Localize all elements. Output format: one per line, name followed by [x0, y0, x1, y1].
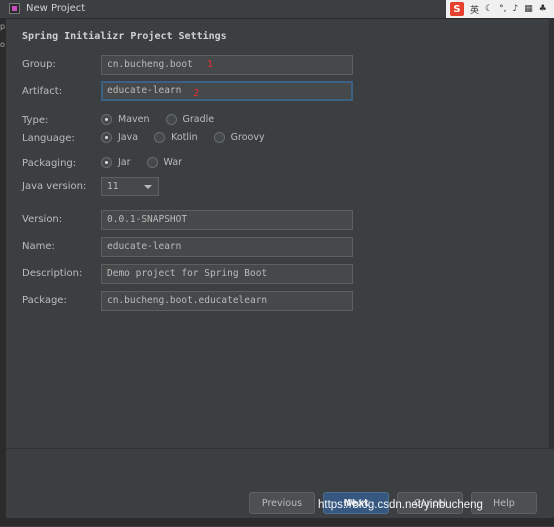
packaging-radio-group: Jar War: [101, 157, 198, 168]
microphone-icon[interactable]: ♪: [512, 4, 518, 14]
radio-selected-icon[interactable]: [101, 132, 112, 143]
group-field[interactable]: cn.bucheng.boot: [101, 55, 353, 75]
radio-unselected-icon[interactable]: [154, 132, 166, 143]
language-option-groovy[interactable]: Groovy: [213, 132, 265, 143]
packaging-label: Packaging:: [22, 158, 77, 169]
radio-label: Jar: [118, 157, 131, 168]
background-glyph: o: [0, 40, 5, 49]
background-window-edge-right: [549, 18, 554, 448]
radio-label: Groovy: [230, 132, 265, 143]
system-tray: S 英 ☾ °, ♪ ▦ ♣: [446, 0, 554, 18]
name-field[interactable]: educate-learn: [101, 237, 353, 257]
radio-label: Kotlin: [171, 132, 198, 143]
description-field[interactable]: Demo project for Spring Boot: [101, 264, 353, 284]
packaging-option-war[interactable]: War: [146, 157, 183, 168]
java-version-select[interactable]: 11: [101, 177, 159, 196]
annotation-number-1: 1: [207, 59, 214, 70]
intellij-icon: [9, 3, 20, 14]
type-radio-group: Maven Gradle: [101, 114, 230, 125]
dialog-footer: [6, 448, 554, 527]
language-radio-group: Java Kotlin Groovy: [101, 132, 281, 143]
status-strip: [0, 518, 554, 526]
packaging-option-jar[interactable]: Jar: [101, 157, 131, 168]
page-title: Spring Initializr Project Settings: [22, 31, 227, 42]
radio-label: Java: [118, 132, 139, 143]
window-title: New Project: [26, 3, 86, 14]
package-field[interactable]: cn.bucheng.boot.educatelearn: [101, 291, 353, 311]
language-option-java[interactable]: Java: [101, 132, 138, 143]
type-label: Type:: [22, 115, 49, 126]
watermark: https://blog.csdn.net/yinbucheng: [318, 499, 483, 511]
chevron-down-icon[interactable]: [144, 185, 152, 189]
moon-icon[interactable]: ☾: [485, 4, 493, 14]
radio-label: Maven: [118, 114, 150, 125]
version-field[interactable]: 0.0.1-SNAPSHOT: [101, 210, 353, 230]
radio-label: Gradle: [182, 114, 215, 125]
title-bar: New Project S 英 ☾ °, ♪ ▦ ♣: [0, 0, 554, 19]
version-label: Version:: [22, 214, 63, 225]
ime-language-indicator[interactable]: 英: [470, 3, 479, 16]
shirt-icon[interactable]: ♣: [539, 4, 547, 14]
artifact-field[interactable]: educate-learn: [101, 81, 353, 101]
annotation-number-2: 2: [193, 88, 200, 99]
group-label: Group:: [22, 59, 56, 70]
background-glyph: p: [0, 22, 6, 31]
language-label: Language:: [22, 133, 75, 144]
java-version-value: 11: [107, 181, 119, 192]
radio-selected-icon[interactable]: [101, 114, 112, 125]
keyboard-icon[interactable]: ▦: [524, 4, 533, 14]
punctuation-icon[interactable]: °,: [499, 4, 506, 14]
radio-label: War: [163, 157, 183, 168]
sogou-ime-icon[interactable]: S: [450, 2, 464, 16]
radio-unselected-icon[interactable]: [165, 114, 177, 125]
radio-unselected-icon[interactable]: [146, 157, 158, 168]
description-label: Description:: [22, 268, 83, 279]
name-label: Name:: [22, 241, 55, 252]
radio-selected-icon[interactable]: [101, 157, 112, 168]
artifact-label: Artifact:: [22, 86, 63, 97]
previous-button[interactable]: Previous: [249, 492, 315, 514]
package-label: Package:: [22, 295, 67, 306]
language-option-kotlin[interactable]: Kotlin: [154, 132, 198, 143]
type-option-maven[interactable]: Maven: [101, 114, 150, 125]
type-option-gradle[interactable]: Gradle: [165, 114, 215, 125]
java-version-label: Java version:: [22, 181, 87, 192]
radio-unselected-icon[interactable]: [213, 132, 225, 143]
